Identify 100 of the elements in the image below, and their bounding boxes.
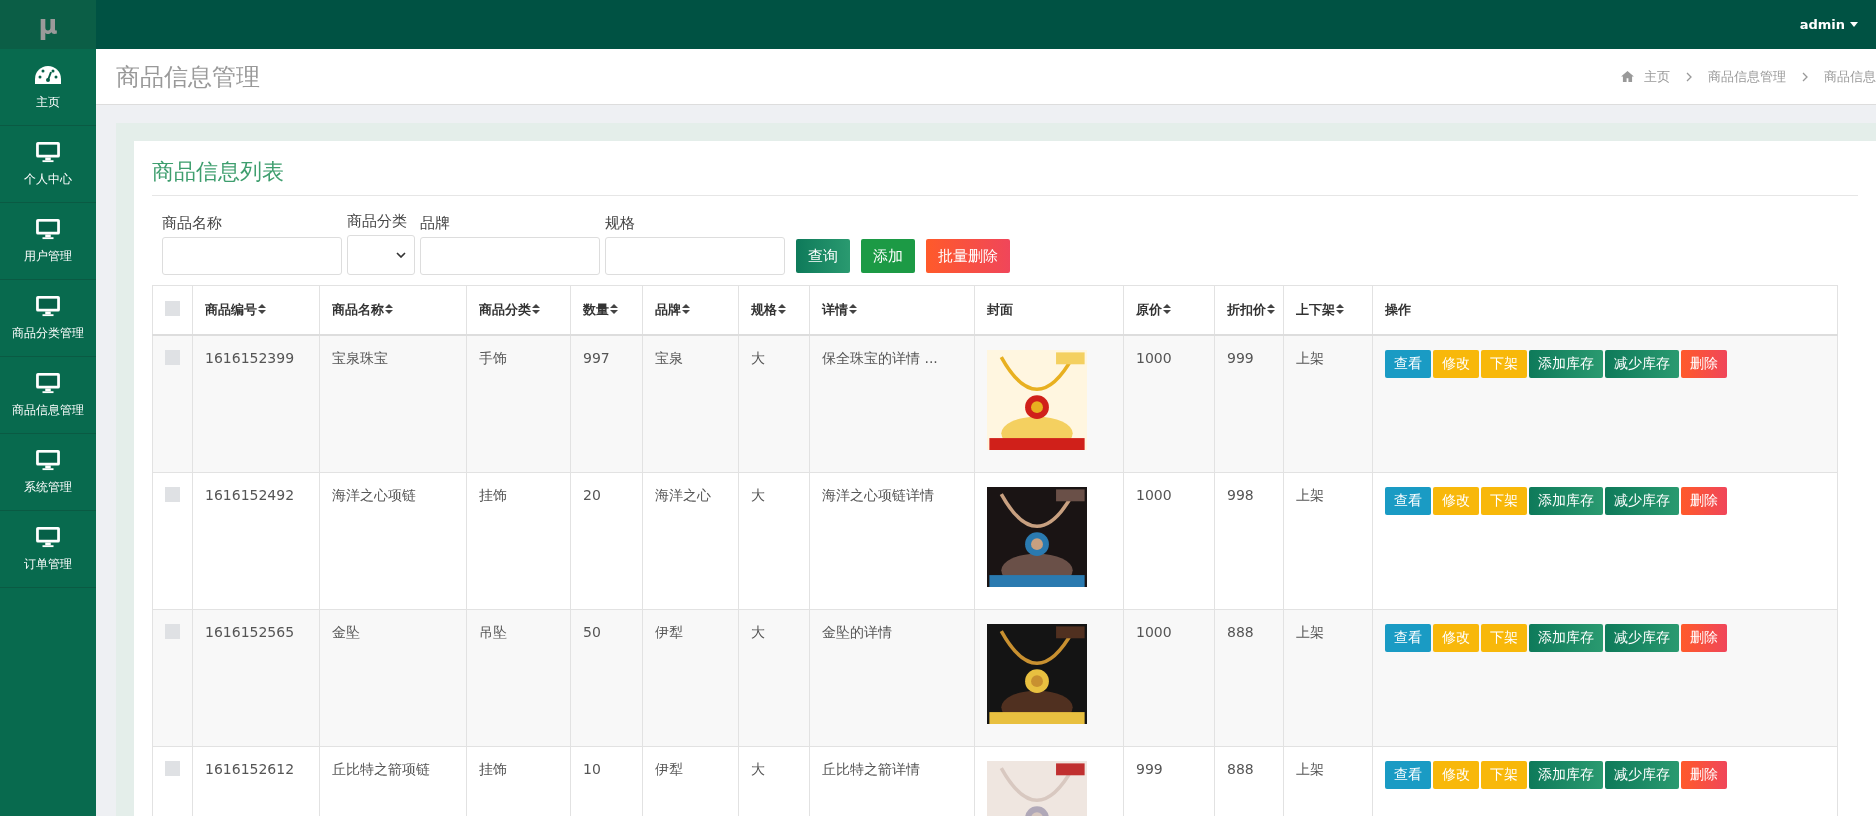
table-cell: 大 [751,761,765,777]
checkbox[interactable] [165,350,180,365]
table-cell: 上架 [1296,350,1324,366]
sort-icon [1267,304,1275,314]
row-button[interactable]: 删除 [1681,350,1727,378]
table-cell: 1000 [1136,350,1172,366]
row-button[interactable]: 添加库存 [1529,761,1603,789]
monitor-icon [34,217,62,240]
dashboard-icon [34,63,62,86]
monitor-icon [34,448,62,471]
row-button[interactable]: 删除 [1681,761,1727,789]
table-cell: 888 [1227,761,1254,777]
table-cell: 1000 [1136,487,1172,503]
row-button[interactable]: 减少库存 [1605,487,1679,515]
sort-icon [778,304,786,314]
logo: μ [0,0,96,49]
row-button[interactable]: 添加库存 [1529,350,1603,378]
table-cell: 伊犁 [655,761,683,777]
table-cell: 20 [583,487,601,503]
row-button[interactable]: 查看 [1385,487,1431,515]
action-button[interactable]: 批量删除 [926,239,1010,273]
row-button[interactable]: 减少库存 [1605,761,1679,789]
user-menu[interactable]: admin [1799,17,1858,32]
checkbox[interactable] [165,487,180,502]
table-cell: 上架 [1296,624,1324,640]
table-cell: 50 [583,624,601,640]
table-cell: 海洋之心项链详情 [822,487,934,503]
table-cell: 1000 [1136,624,1172,640]
row-button[interactable]: 减少库存 [1605,624,1679,652]
input-field[interactable] [605,237,785,275]
table-cell: 丘比特之箭项链 [332,761,430,777]
row-button[interactable]: 添加库存 [1529,487,1603,515]
table-cell: 10 [583,761,601,777]
sort-icon [532,304,540,314]
checkbox[interactable] [165,301,180,316]
sort-icon [610,304,618,314]
table-cell: 海洋之心项链 [332,487,416,503]
field-label: 商品分类 [347,212,408,231]
sort-icon [1336,304,1344,314]
table-cell: 上架 [1296,487,1324,503]
monitor-icon [34,525,62,548]
row-button[interactable]: 删除 [1681,624,1727,652]
table-cell: 挂饰 [479,487,507,503]
sort-icon [385,304,393,314]
row-button[interactable]: 查看 [1385,350,1431,378]
table-cell: 保全珠宝的详情 ... [822,350,938,366]
table-cell: 丘比特之箭详情 [822,761,920,777]
field-label: 商品名称 [162,214,223,233]
table-cell: 手饰 [479,350,507,366]
row-button[interactable]: 添加库存 [1529,624,1603,652]
row-button[interactable]: 查看 [1385,624,1431,652]
row-button[interactable]: 删除 [1681,487,1727,515]
table-cell: 1616152492 [205,487,295,503]
checkbox[interactable] [165,761,180,776]
action-button[interactable]: 添加 [861,239,915,273]
action-button[interactable]: 查询 [796,239,850,273]
sort-icon [682,304,690,314]
breadcrumb-link[interactable]: 主页 [1644,67,1670,86]
table-cell: 金坠的详情 [822,624,892,640]
table-cell: 吊坠 [479,624,507,640]
sort-icon [1163,304,1171,314]
page-title: 商品信息管理 [116,61,260,93]
row-button[interactable]: 减少库存 [1605,350,1679,378]
sort-icon [258,304,266,314]
monitor-icon [34,371,62,394]
breadcrumb-link[interactable]: 商品信息管理 [1708,67,1786,86]
row-button[interactable]: 查看 [1385,761,1431,789]
card-title: 商品信息列表 [152,141,1858,196]
table-cell: 997 [583,350,610,366]
table-cell: 上架 [1296,761,1324,777]
breadcrumb-link[interactable]: 商品信息 [1824,67,1876,86]
table-cell: 大 [751,624,765,640]
field-label: 规格 [605,214,636,233]
chevron-icon [1686,71,1692,82]
checkbox[interactable] [165,624,180,639]
monitor-icon [34,140,62,163]
category-select[interactable] [347,235,415,275]
table-cell: 999 [1136,761,1163,777]
table-cell: 挂饰 [479,761,507,777]
sort-icon [849,304,857,314]
chevron-icon [1802,71,1808,82]
table-cell: 1616152565 [205,624,295,640]
table-cell: 海洋之心 [655,487,711,503]
table-cell: 888 [1227,624,1254,640]
table-cell: 金坠 [332,624,360,640]
table-cell: 1616152399 [205,350,295,366]
input-field[interactable] [162,237,342,275]
table-cell: 大 [751,350,765,366]
table-cell: 宝泉 [655,350,683,366]
monitor-icon [34,294,62,317]
table-cell: 宝泉珠宝 [332,350,388,366]
table-cell: 伊犁 [655,624,683,640]
caret-icon [1850,22,1858,27]
table-cell: 1616152612 [205,761,295,777]
home-icon [1621,71,1634,82]
chevron-icon [396,252,406,258]
input-field[interactable] [420,237,600,275]
table-cell: 999 [1227,350,1254,366]
table-cell: 998 [1227,487,1254,503]
field-label: 品牌 [420,214,451,233]
